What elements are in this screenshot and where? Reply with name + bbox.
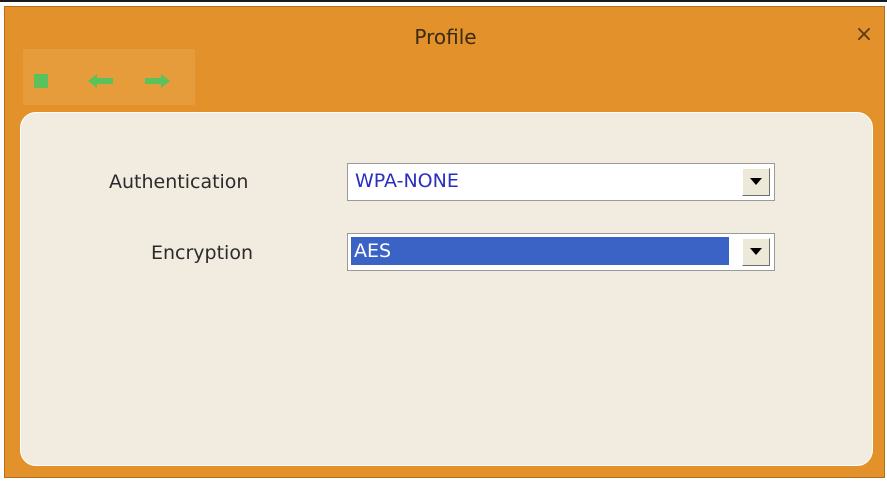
authentication-dropdown-button[interactable] [742, 168, 770, 196]
forward-arrow-icon [145, 74, 170, 88]
stop-square-icon [34, 74, 48, 88]
authentication-label: Authentication [109, 171, 249, 193]
stop-button[interactable] [31, 73, 59, 89]
back-arrow-icon [88, 74, 113, 88]
chevron-down-icon [750, 178, 762, 185]
window-title: Profile [414, 25, 477, 49]
close-button[interactable]: × [852, 23, 876, 47]
back-button[interactable] [87, 73, 115, 89]
encryption-label: Encryption [151, 242, 254, 264]
encryption-dropdown-button[interactable] [742, 238, 770, 266]
top-border-line [0, 0, 887, 2]
authentication-select[interactable]: WPA-NONE [347, 163, 775, 201]
chevron-down-icon [750, 248, 762, 255]
forward-button[interactable] [143, 73, 171, 89]
encryption-select[interactable]: AES [347, 233, 775, 271]
encryption-value: AES [351, 237, 729, 265]
profile-settings-panel: Authentication WPA-NONE Encryption AES [20, 112, 873, 466]
authentication-value: WPA-NONE [355, 170, 459, 192]
close-icon: × [854, 22, 874, 47]
